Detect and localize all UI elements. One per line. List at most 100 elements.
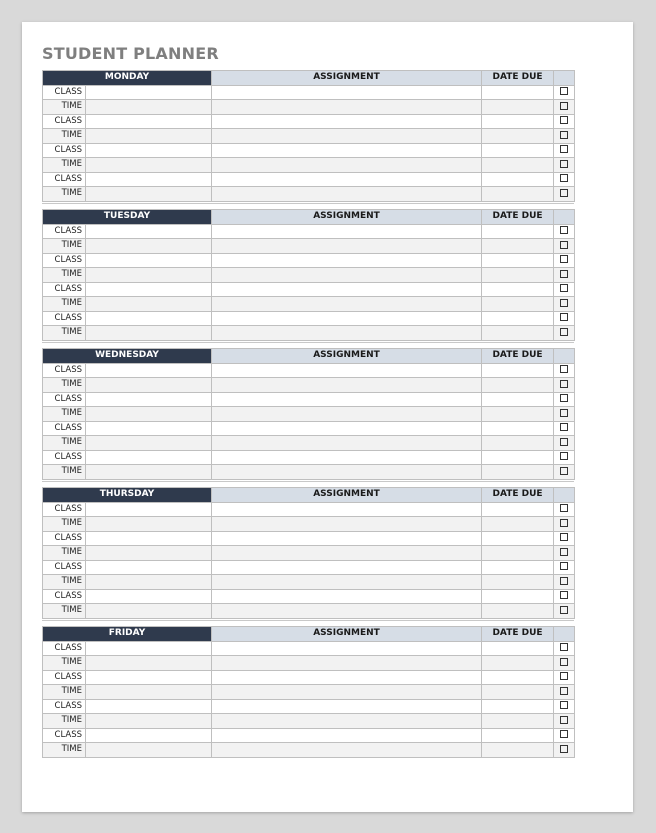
checkbox-icon[interactable] — [560, 744, 568, 753]
checkbox-icon[interactable] — [560, 562, 569, 571]
checkbox-icon[interactable] — [560, 101, 569, 110]
assignment-field[interactable] — [211, 238, 483, 254]
date-due-field[interactable] — [481, 142, 555, 158]
time-field[interactable] — [85, 684, 212, 700]
time-field[interactable] — [84, 186, 213, 202]
assignment-field[interactable] — [211, 113, 483, 129]
date-due-field[interactable] — [481, 113, 555, 129]
date-due-field[interactable] — [481, 252, 555, 268]
checkbox-icon[interactable] — [560, 437, 568, 446]
class-field[interactable] — [84, 171, 213, 187]
class-field[interactable] — [84, 501, 213, 517]
assignment-field[interactable] — [211, 655, 482, 671]
assignment-field[interactable] — [211, 449, 482, 465]
assignment-field[interactable] — [211, 464, 482, 480]
assignment-field[interactable] — [211, 362, 482, 378]
checkbox-icon[interactable] — [560, 255, 569, 264]
time-field[interactable] — [85, 742, 212, 758]
date-due-field[interactable] — [481, 171, 555, 187]
assignment-field[interactable] — [211, 420, 482, 436]
checkbox-icon[interactable] — [560, 701, 568, 710]
checkbox-cell[interactable] — [553, 142, 576, 158]
checkbox-icon[interactable] — [560, 226, 569, 235]
assignment-field[interactable] — [211, 559, 483, 575]
assignment-field[interactable] — [211, 142, 483, 158]
checkbox-icon[interactable] — [560, 87, 569, 96]
assignment-field[interactable] — [211, 545, 483, 561]
date-due-field[interactable] — [481, 435, 554, 451]
checkbox-icon[interactable] — [560, 605, 569, 614]
assignment-field[interactable] — [211, 171, 483, 187]
checkbox-cell[interactable] — [553, 640, 575, 656]
date-due-field[interactable] — [481, 464, 554, 480]
checkbox-cell[interactable] — [553, 296, 576, 312]
checkbox-cell[interactable] — [553, 325, 576, 341]
assignment-field[interactable] — [211, 516, 483, 532]
checkbox-icon[interactable] — [560, 365, 568, 374]
date-due-field[interactable] — [481, 186, 555, 202]
assignment-field[interactable] — [211, 377, 482, 393]
date-due-field[interactable] — [481, 84, 555, 100]
checkbox-icon[interactable] — [560, 116, 569, 125]
assignment-field[interactable] — [211, 588, 483, 604]
date-due-field[interactable] — [481, 391, 554, 407]
class-field[interactable] — [85, 449, 212, 465]
checkbox-cell[interactable] — [553, 603, 576, 619]
date-due-field[interactable] — [481, 128, 555, 144]
time-field[interactable] — [84, 267, 213, 283]
checkbox-cell[interactable] — [553, 530, 576, 546]
assignment-field[interactable] — [211, 281, 483, 297]
checkbox-icon[interactable] — [560, 188, 569, 197]
class-field[interactable] — [84, 252, 213, 268]
checkbox-cell[interactable] — [553, 84, 576, 100]
date-due-field[interactable] — [481, 267, 555, 283]
checkbox-cell[interactable] — [553, 574, 576, 590]
assignment-field[interactable] — [211, 325, 483, 341]
checkbox-icon[interactable] — [560, 298, 569, 307]
checkbox-cell[interactable] — [553, 391, 575, 407]
date-due-field[interactable] — [481, 545, 555, 561]
checkbox-cell[interactable] — [553, 171, 576, 187]
checkbox-cell[interactable] — [553, 464, 575, 480]
checkbox-cell[interactable] — [553, 281, 576, 297]
assignment-field[interactable] — [211, 157, 483, 173]
checkbox-icon[interactable] — [560, 269, 569, 278]
date-due-field[interactable] — [481, 640, 554, 656]
checkbox-icon[interactable] — [560, 327, 569, 336]
checkbox-icon[interactable] — [560, 284, 569, 293]
date-due-field[interactable] — [481, 713, 554, 729]
class-field[interactable] — [84, 310, 213, 326]
class-field[interactable] — [84, 113, 213, 129]
checkbox-icon[interactable] — [560, 533, 569, 542]
assignment-field[interactable] — [211, 391, 482, 407]
checkbox-cell[interactable] — [553, 420, 575, 436]
checkbox-cell[interactable] — [553, 501, 576, 517]
date-due-field[interactable] — [481, 449, 554, 465]
checkbox-cell[interactable] — [553, 516, 576, 532]
checkbox-icon[interactable] — [560, 591, 569, 600]
class-field[interactable] — [84, 588, 213, 604]
checkbox-icon[interactable] — [560, 547, 569, 556]
time-field[interactable] — [84, 545, 213, 561]
checkbox-cell[interactable] — [553, 449, 575, 465]
checkbox-icon[interactable] — [560, 686, 568, 695]
date-due-field[interactable] — [481, 157, 555, 173]
date-due-field[interactable] — [481, 742, 554, 758]
checkbox-icon[interactable] — [560, 423, 568, 432]
date-due-field[interactable] — [481, 574, 555, 590]
time-field[interactable] — [84, 157, 213, 173]
assignment-field[interactable] — [211, 742, 482, 758]
checkbox-cell[interactable] — [553, 238, 576, 254]
class-field[interactable] — [85, 698, 212, 714]
date-due-field[interactable] — [481, 669, 554, 685]
time-field[interactable] — [85, 464, 212, 480]
time-field[interactable] — [84, 325, 213, 341]
time-field[interactable] — [85, 713, 212, 729]
checkbox-icon[interactable] — [560, 159, 569, 168]
checkbox-icon[interactable] — [560, 715, 568, 724]
date-due-field[interactable] — [481, 698, 554, 714]
date-due-field[interactable] — [481, 420, 554, 436]
class-field[interactable] — [84, 223, 213, 239]
assignment-field[interactable] — [211, 435, 482, 451]
time-field[interactable] — [84, 99, 213, 115]
